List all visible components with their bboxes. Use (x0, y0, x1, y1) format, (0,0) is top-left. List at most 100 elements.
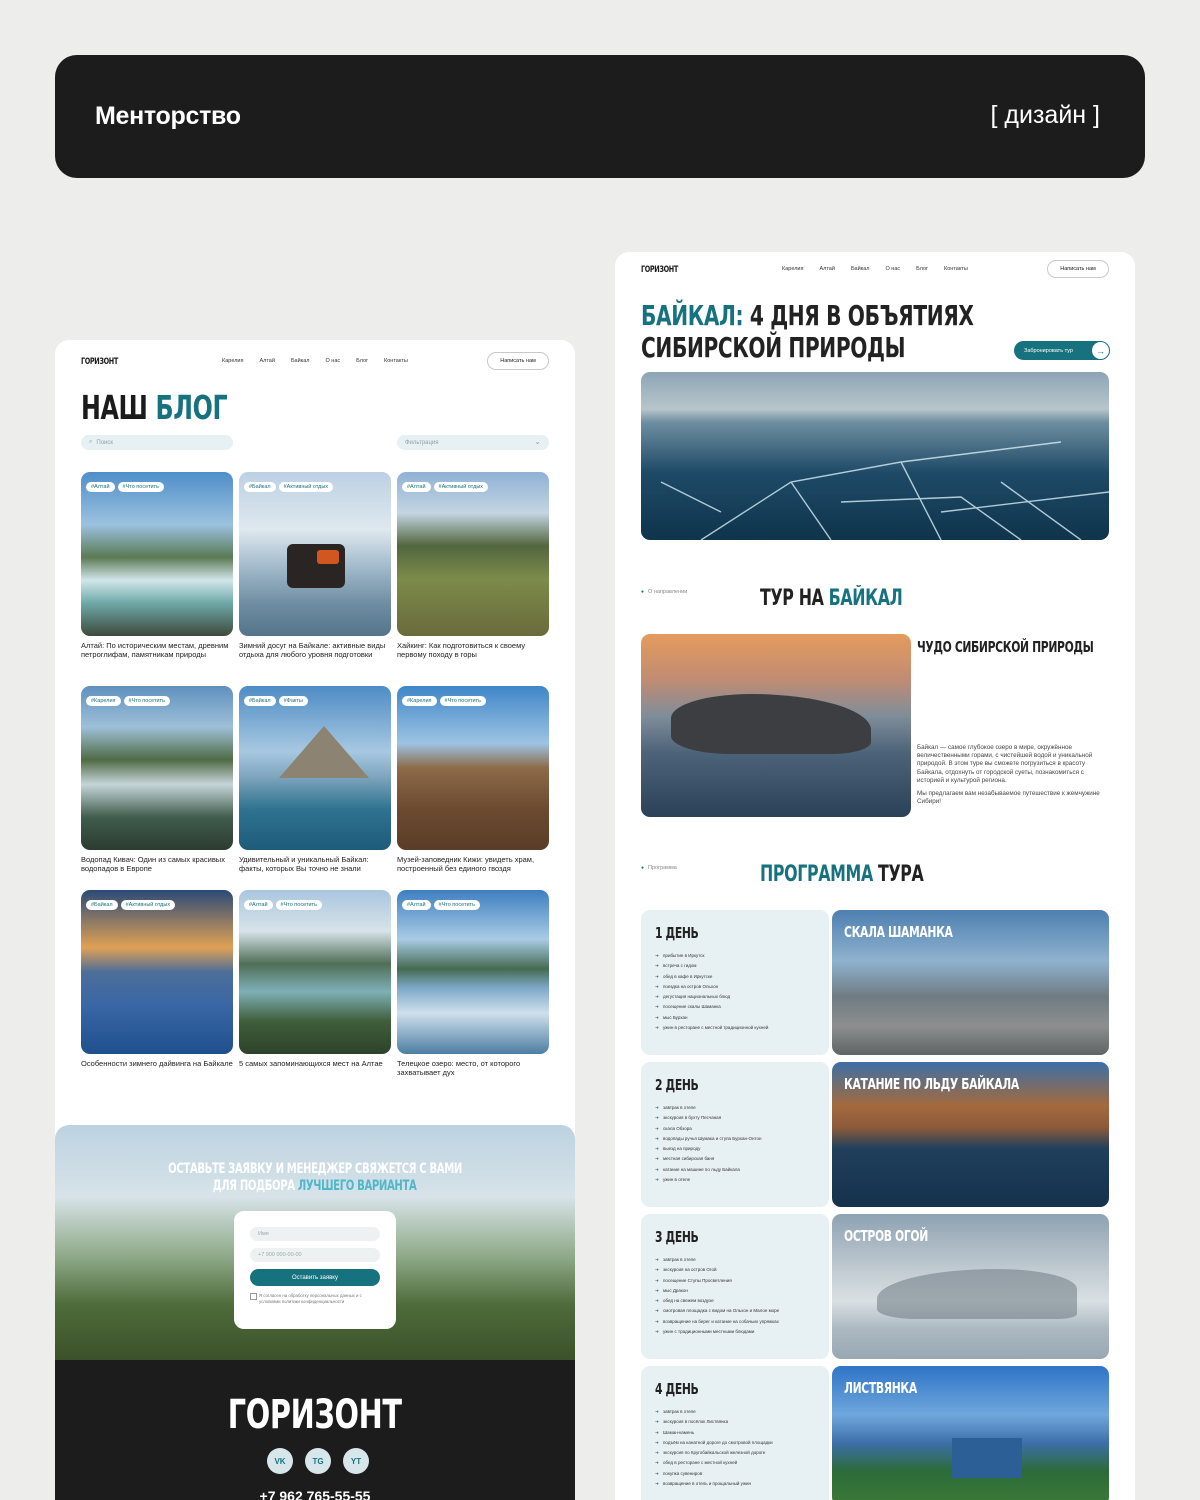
banner-title: Менторство (95, 102, 241, 130)
day-card: 3 ДЕНЬ завтрак в отеле экскурсия на остр… (641, 1214, 829, 1359)
tag-chip[interactable]: #Алтай (402, 900, 431, 910)
blog-card[interactable]: #Алтай #Что посетить Телецкое озеро: мест… (397, 890, 549, 1077)
tag-chip[interactable]: #Что посетить (117, 482, 164, 492)
blog-page-mockup: ГОРИЗОНТ Карелия Алтай Байкал О нас Блог… (55, 340, 575, 1500)
tag-chip[interactable]: #Байкал (244, 482, 276, 492)
site-logo[interactable]: ГОРИЗОНТ (81, 356, 201, 367)
nav-link-contacts[interactable]: Контакты (944, 266, 968, 272)
tag-chip[interactable]: #Алтай (86, 482, 115, 492)
program-item: экскурсия в посёлок Листвянка (655, 1417, 815, 1428)
program-item: поездка на остров Ольхон (655, 982, 815, 993)
program-item: ужин с традиционными местными блюдами (655, 1327, 815, 1338)
nav-link-karelia[interactable]: Карелия (782, 266, 803, 272)
search-input[interactable]: ⌕ Поиск (81, 435, 233, 450)
card-caption: 5 самых запоминающихся мест на Алтае (239, 1059, 383, 1068)
card-caption: Зимний досуг на Байкале: активные виды о… (239, 641, 386, 659)
program-item: мыс Дракон (655, 1286, 815, 1297)
youtube-icon[interactable]: YT (343, 1448, 369, 1474)
card-image: #Байкал #Активный отдых (81, 890, 233, 1054)
tag-chip[interactable]: #Алтай (244, 900, 273, 910)
tag-chip[interactable]: #Что посетить (275, 900, 322, 910)
tag-chip[interactable]: #Факты (278, 696, 308, 706)
page-title: НАШ БЛОГ (81, 388, 228, 427)
tag-chip[interactable]: #Что посетить (433, 900, 480, 910)
footer-logo: ГОРИЗОНТ (228, 1392, 402, 1438)
program-item: обед на свежем воздухе (655, 1296, 815, 1307)
contact-button[interactable]: Написать нам (1047, 260, 1109, 278)
tag-chip[interactable]: #Карелия (86, 696, 121, 706)
nav-link-blog[interactable]: Блог (916, 266, 928, 272)
contact-button[interactable]: Написать нам (487, 352, 549, 370)
about-section-title: ТУР НА БАЙКАЛ (760, 586, 903, 611)
ice-cracks (660, 441, 1109, 540)
tag-chip[interactable]: #Активный отдых (278, 482, 334, 492)
blog-card[interactable]: #Карелия #Что посетить Водопад Кивач: Оди… (81, 686, 233, 873)
blog-card[interactable]: #Байкал #Активный отдых Зимний досуг на Б… (239, 472, 391, 659)
blog-card[interactable]: #Алтай #Что посетить 5 самых запоминающих… (239, 890, 391, 1068)
book-tour-button[interactable]: Забронировать тур → (1014, 341, 1110, 360)
about-text: Байкал — самое глубокое озеро в мире, ок… (917, 744, 1100, 806)
tag-chip[interactable]: #Карелия (402, 696, 437, 706)
program-item: обед в кафе в Иркутске (655, 972, 815, 983)
social-links: VK TG YT (267, 1448, 369, 1474)
nav-link-about[interactable]: О нас (885, 266, 900, 272)
program-item: завтрак в отеле (655, 1407, 815, 1418)
tag-chip[interactable]: #Что посетить (439, 696, 486, 706)
day-photo: КАТАНИЕ ПО ЛЬДУ БАЙКАЛА (832, 1062, 1109, 1207)
tour-navbar: ГОРИЗОНТ Карелия Алтай Байкал О нас Блог… (641, 256, 1109, 282)
nav-link-altai[interactable]: Алтай (259, 358, 274, 364)
footer-phone[interactable]: +7 962 765-55-55 (55, 1488, 575, 1500)
program-section-title: ПРОГРАММА ТУРА (760, 862, 924, 887)
tag-chip[interactable]: #Байкал (86, 900, 118, 910)
blog-card[interactable]: #Байкал #Активный отдых Особенности зимне… (81, 890, 233, 1068)
blog-card[interactable]: #Байкал #Факты Удивительный и уникальный … (239, 686, 391, 873)
program-item: экскурсия в бухту Песчаная (655, 1113, 815, 1124)
nav-link-about[interactable]: О нас (325, 358, 340, 364)
vk-icon[interactable]: VK (267, 1448, 293, 1474)
blog-card[interactable]: #Алтай #Активный отдых Хайкинг: Как подго… (397, 472, 549, 659)
card-image: #Алтай #Что посетить (81, 472, 233, 636)
program-item: катание на машине по льду Байкала (655, 1165, 815, 1176)
tag-chip[interactable]: #Алтай (402, 482, 431, 492)
tag-chip[interactable]: #Байкал (244, 696, 276, 706)
program-item: возвращение на берег и катание на собачь… (655, 1317, 815, 1328)
program-item: выезд на природу (655, 1144, 815, 1155)
tag-chip[interactable]: #Активный отдых (433, 482, 489, 492)
tag-chip[interactable]: #Активный отдых (120, 900, 176, 910)
card-caption: Водопад Кивач: Один из самых красивых во… (81, 855, 225, 873)
day-card: 1 ДЕНЬ прибытие в Иркутск встреча с гидо… (641, 910, 829, 1055)
nav-link-blog[interactable]: Блог (356, 358, 368, 364)
day-photo-label: СКАЛА ШАМАНКА (844, 923, 953, 941)
card-image: #Алтай #Активный отдых (397, 472, 549, 636)
program-item: смотровая площадка с видом на Ольхон и М… (655, 1306, 815, 1317)
consent-checkbox[interactable]: Я согласен на обработку персональных дан… (250, 1293, 380, 1304)
program-item: экскурсия по Кругобайкальской железной д… (655, 1448, 815, 1459)
hero-image-baikal-ice (641, 372, 1109, 540)
nav-link-altai[interactable]: Алтай (819, 266, 834, 272)
nav-links: Карелия Алтай Байкал О нас Блог Контакты (782, 266, 968, 272)
day-photo: ОСТРОВ ОГОЙ (832, 1214, 1109, 1359)
nav-link-karelia[interactable]: Карелия (222, 358, 243, 364)
program-section-label: Программа (641, 865, 677, 871)
nav-link-contacts[interactable]: Контакты (384, 358, 408, 364)
telegram-icon[interactable]: TG (305, 1448, 331, 1474)
nav-link-baikal[interactable]: Байкал (851, 266, 870, 272)
card-image: #Алтай #Что посетить (397, 890, 549, 1054)
program-item: скала Обзора (655, 1124, 815, 1135)
nav-link-baikal[interactable]: Байкал (291, 358, 310, 364)
blog-card[interactable]: #Алтай #Что посетить Алтай: По историческ… (81, 472, 233, 659)
program-item: мыс Бурхан (655, 1013, 815, 1024)
about-image (641, 634, 911, 817)
program-item: Шаман-камень (655, 1428, 815, 1439)
name-field[interactable]: Имя (250, 1227, 380, 1241)
program-item: ужин в ресторане с местной традиционной … (655, 1023, 815, 1034)
program-item: посещение Ступы Просветления (655, 1276, 815, 1287)
submit-request-button[interactable]: Оставить заявку (250, 1269, 380, 1286)
site-logo[interactable]: ГОРИЗОНТ (641, 264, 761, 275)
filter-select[interactable]: Фильтрация ⌄ (397, 435, 549, 450)
blog-card[interactable]: #Карелия #Что посетить Музей-заповедник К… (397, 686, 549, 873)
day-photo: СКАЛА ШАМАНКА (832, 910, 1109, 1055)
phone-field[interactable]: +7 900 000-00-00 (250, 1248, 380, 1262)
request-section: ОСТАВЬТЕ ЗАЯВКУ И МЕНЕДЖЕР СВЯЖЕТСЯ С ВА… (55, 1125, 575, 1365)
tag-chip[interactable]: #Что посетить (123, 696, 170, 706)
